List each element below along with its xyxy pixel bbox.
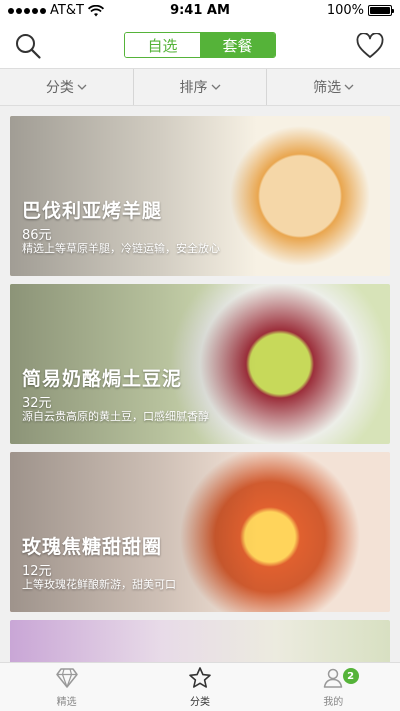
- tab-mine[interactable]: 我的 2: [267, 663, 400, 711]
- filter-screen[interactable]: 筛选: [266, 69, 400, 105]
- battery-icon: [368, 5, 394, 16]
- recipe-card[interactable]: [10, 620, 390, 662]
- chevron-down-icon: [77, 84, 87, 90]
- chevron-down-icon: [211, 84, 220, 90]
- user-icon: [324, 668, 343, 688]
- recipe-title: 玫瑰焦糖甜甜圈: [22, 536, 163, 558]
- star-icon: [189, 667, 211, 688]
- notification-badge: 2: [342, 668, 359, 684]
- filter-category-label: 分类: [45, 80, 74, 96]
- recipe-card[interactable]: 巴伐利亚烤羊腿 86元 精选上等草原羊腿，冷链运输，安全放心: [10, 116, 390, 276]
- filter-sort[interactable]: 排序: [132, 69, 267, 105]
- tab-featured[interactable]: 精选: [0, 663, 133, 711]
- recipe-photo: [10, 620, 390, 662]
- recipe-title: 巴伐利亚烤羊腿: [22, 200, 163, 222]
- tab-mine-label: 我的: [323, 697, 344, 708]
- segment-packages[interactable]: 套餐: [200, 33, 275, 57]
- filter-category[interactable]: 分类: [0, 69, 133, 105]
- tab-category[interactable]: 分类: [133, 663, 266, 711]
- tab-bar: 精选 分类 我的 2: [0, 662, 400, 711]
- status-bar-right: 100%: [326, 3, 394, 18]
- battery-percent: 100%: [326, 3, 364, 18]
- recipe-desc: 精选上等草原羊腿，冷链运输，安全放心: [22, 242, 220, 255]
- filter-sort-label: 排序: [179, 80, 208, 96]
- recipe-title: 简易奶酪焗土豆泥: [22, 368, 183, 390]
- recipe-card[interactable]: 玫瑰焦糖甜甜圈 12元 上等玫瑰花鲜酿新游，甜美可口: [10, 452, 390, 612]
- recipe-card[interactable]: 简易奶酪焗土豆泥 32元 源自云贵高原的黄土豆，口感细腻香醇: [10, 284, 390, 444]
- recipe-desc: 上等玫瑰花鲜酿新游，甜美可口: [22, 578, 176, 591]
- recipe-desc: 源自云贵高原的黄土豆，口感细腻香醇: [22, 410, 209, 423]
- heart-icon[interactable]: [356, 33, 384, 59]
- filter-bar: 分类 排序 筛选: [0, 68, 400, 106]
- search-icon[interactable]: [14, 32, 42, 60]
- diamond-icon: [55, 668, 78, 688]
- status-bar: AT&T 9:41 AM 100%: [0, 0, 400, 22]
- recipe-feed[interactable]: 巴伐利亚烤羊腿 86元 精选上等草原羊腿，冷链运输，安全放心 简易奶酪焗土豆泥 …: [0, 106, 400, 662]
- tab-featured-label: 精选: [56, 697, 77, 708]
- filter-screen-label: 筛选: [313, 80, 342, 96]
- tab-category-label: 分类: [189, 697, 210, 708]
- chevron-down-icon: [344, 84, 354, 90]
- nav-bar: 自选 套餐: [0, 22, 400, 68]
- segment-custom[interactable]: 自选: [125, 33, 200, 57]
- segmented-control: 自选 套餐: [124, 32, 276, 58]
